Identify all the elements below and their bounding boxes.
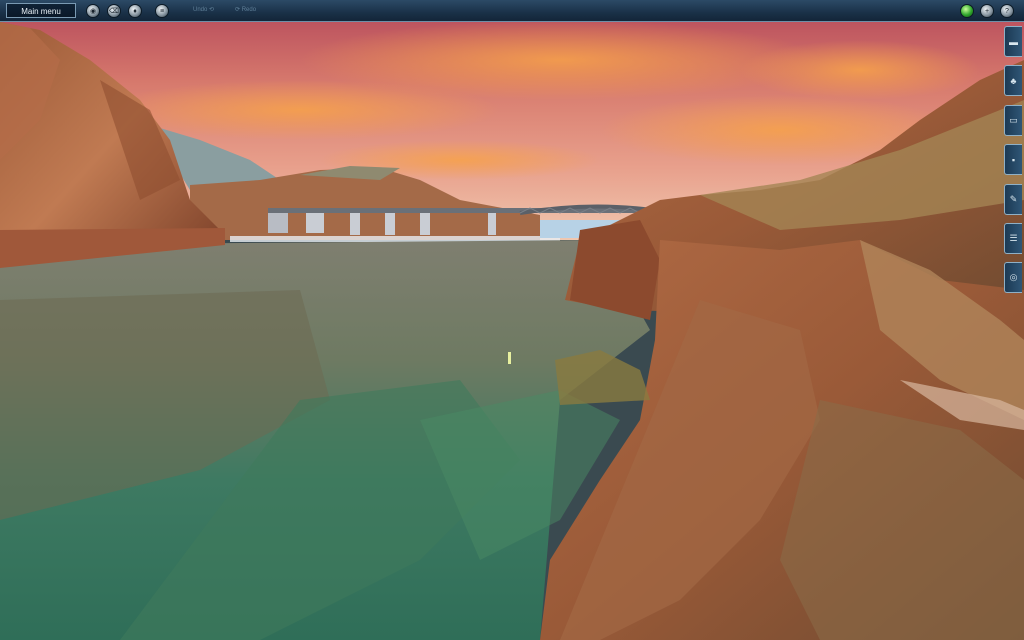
undo-icon: ⟲ [209,7,215,13]
paint-icon[interactable]: ♦ [128,4,142,18]
list-icon[interactable]: ≡ [155,4,169,18]
texture-tool-button[interactable]: ▪ [1004,144,1022,175]
game-viewport[interactable] [0,0,1024,640]
train-tool-button[interactable]: ▭ [1004,105,1022,136]
help-icon[interactable]: ? [1000,4,1014,18]
track-tool-button[interactable]: ▬ [1004,26,1022,57]
camera-icon[interactable]: ◉ [86,4,100,18]
track-tool-icon: ▬ [1009,36,1018,47]
main-menu-button[interactable]: Main menu [6,3,76,18]
wrench-tool-button[interactable]: ✎ [1004,184,1022,215]
add-icon[interactable]: + [980,4,994,18]
wrench-tool-icon: ✎ [1009,194,1018,204]
layers-tool-icon: ☰ [1009,233,1018,243]
status-green-icon[interactable] [960,4,974,18]
top-toolbar: Main menu ◉ ⌫ ♦ ≡ Undo ⟲ ⟳ Redo + ? [0,0,1024,22]
scenery-tool-icon: ♣ [1010,75,1017,86]
undo-button[interactable]: Undo ⟲ [193,6,214,13]
texture-tool-icon: ▪ [1011,154,1016,165]
undo-label: Undo [193,7,208,13]
settings-tool-icon: ◎ [1009,272,1018,282]
scenery-tool-button[interactable]: ♣ [1004,65,1022,96]
redo-button[interactable]: ⟳ Redo [235,6,256,13]
train-tool-icon: ▭ [1009,115,1018,125]
settings-tool-button[interactable]: ◎ [1004,262,1022,293]
redo-label: Redo [241,7,257,13]
layers-tool-button[interactable]: ☰ [1004,223,1022,254]
redo-icon: ⟳ [235,7,242,13]
delete-icon[interactable]: ⌫ [107,4,121,18]
